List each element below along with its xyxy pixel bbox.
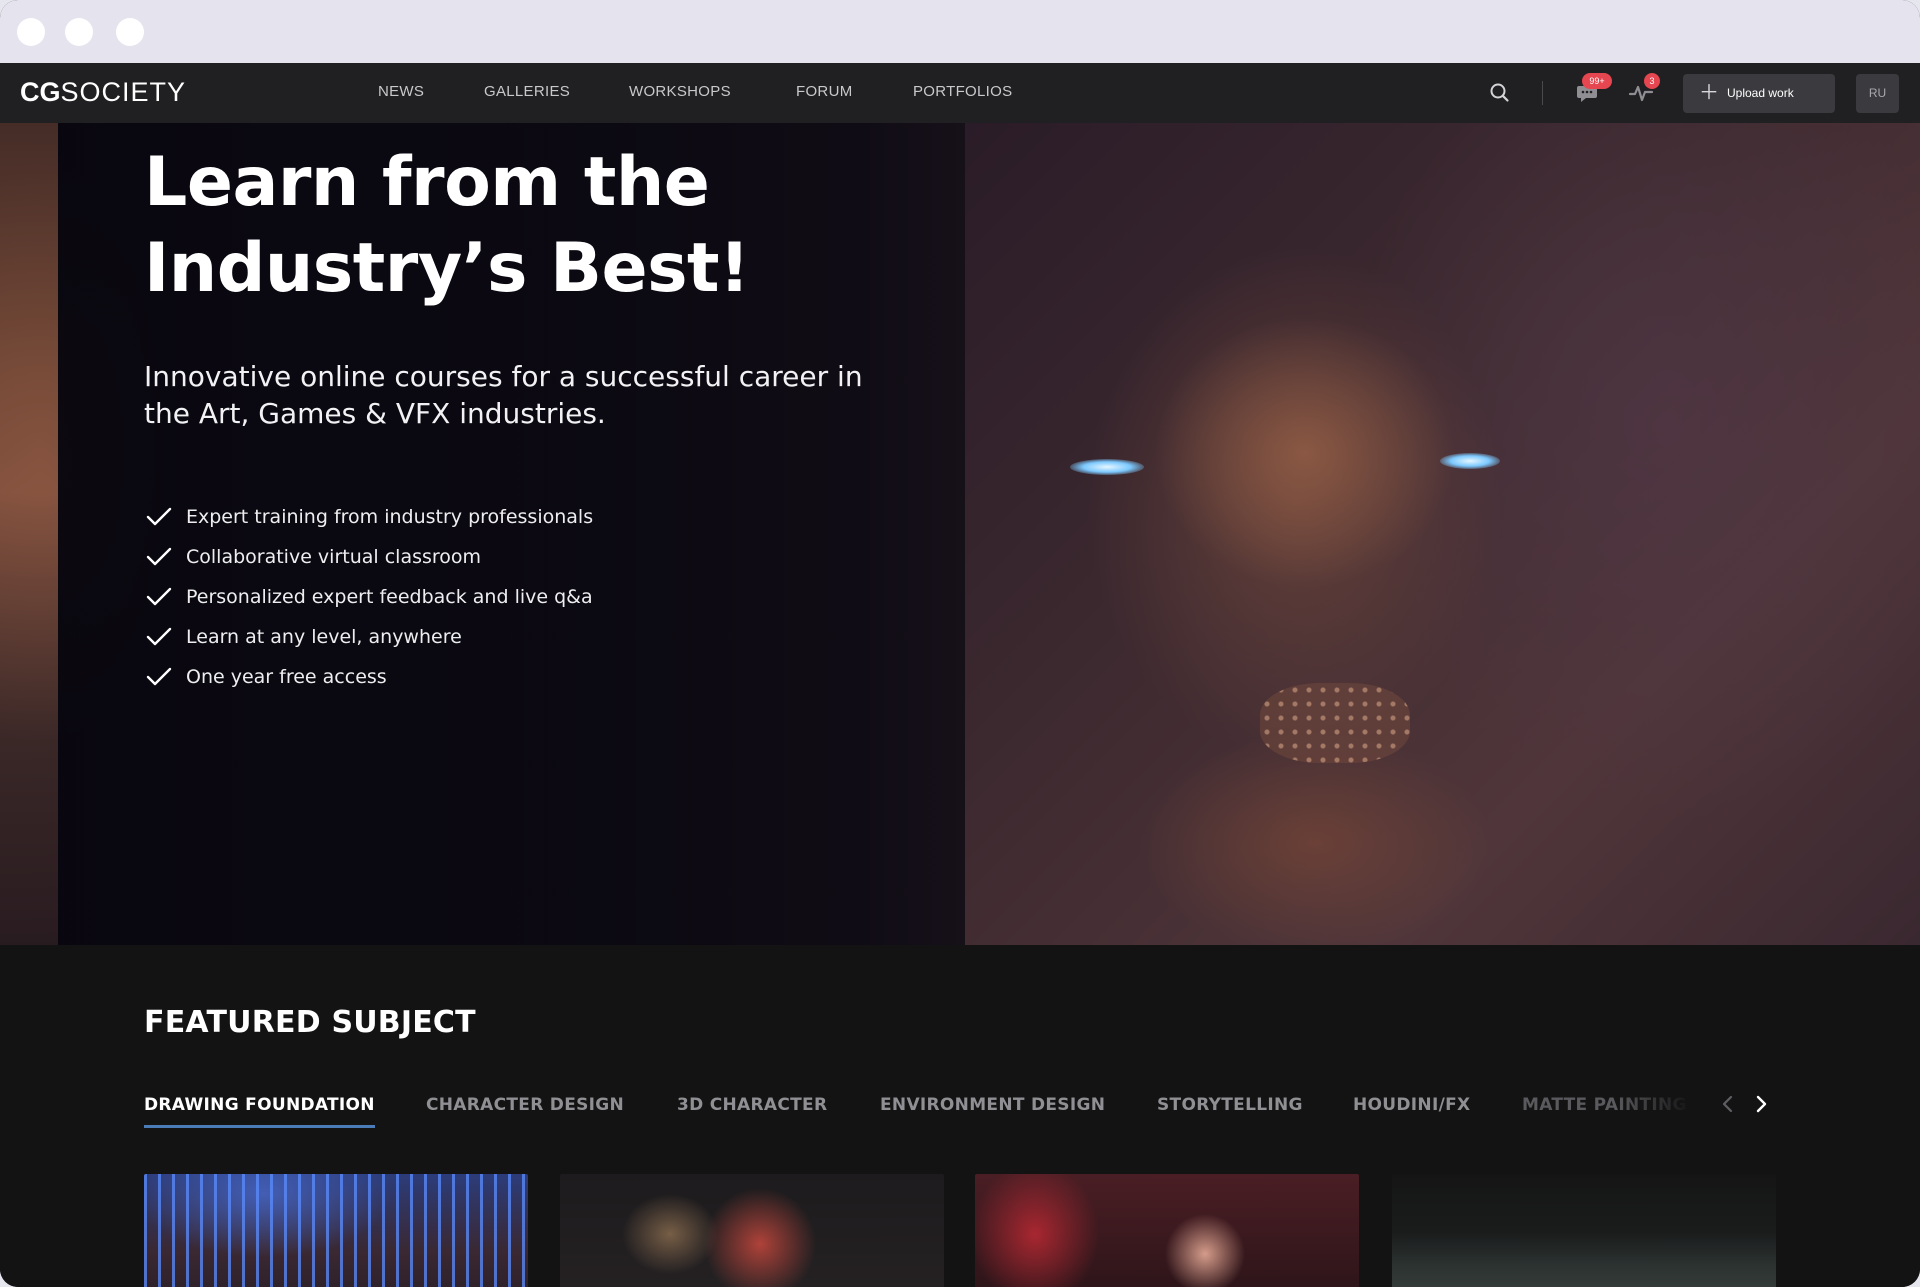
chevron-right-icon[interactable] [1748,1089,1774,1119]
cgsociety-logo[interactable]: CGSOCIETY [20,77,186,108]
check-icon [146,627,172,646]
glowing-eye-left [1070,459,1144,475]
check-icon [146,507,172,526]
chevron-left-icon[interactable] [1715,1089,1741,1119]
upload-work-button[interactable]: ＋ Upload work [1683,74,1835,113]
tab-drawing-foundation[interactable]: DRAWING FOUNDATION [144,1095,375,1128]
hero-art-left-edge [0,123,58,945]
check-icon [146,667,172,686]
hero-subtitle: Innovative online courses for a successf… [144,360,863,430]
top-nav-bar: CGSOCIETY NEWS GALLERIES WORKSHOPS FORUM… [0,63,1920,123]
featured-subject-section: FEATURED SUBJECT DRAWING FOUNDATION CHAR… [0,945,1920,1287]
window-close-button[interactable] [17,18,45,46]
feature-text: Personalized expert feedback and live q&… [186,586,593,608]
nav-workshops[interactable]: WORKSHOPS [629,83,731,100]
mask-grill-detail [1260,683,1410,763]
feature-list: Expert training from industry profession… [146,497,593,697]
featured-subject-heading: FEATURED SUBJECT [144,1005,476,1040]
course-card-thumbnail[interactable] [975,1174,1359,1287]
course-card-thumbnail[interactable] [144,1174,528,1287]
feature-text: One year free access [186,666,387,688]
feature-item: Expert training from industry profession… [146,497,593,537]
feature-item: One year free access [146,657,593,697]
search-icon[interactable] [1486,79,1514,107]
tab-environment-design[interactable]: ENVIRONMENT DESIGN [880,1095,1105,1115]
tab-storytelling[interactable]: STORYTELLING [1157,1095,1303,1115]
browser-window: CGSOCIETY NEWS GALLERIES WORKSHOPS FORUM… [0,0,1920,1287]
messages-badge: 99+ [1582,73,1612,89]
nav-forum[interactable]: FORUM [796,83,853,100]
feature-text: Expert training from industry profession… [186,506,594,528]
window-minimize-button[interactable] [65,18,93,46]
check-icon [146,547,172,566]
nav-portfolios[interactable]: PORTFOLIOS [913,83,1012,100]
nav-news[interactable]: NEWS [378,83,424,100]
feature-item: Personalized expert feedback and live q&… [146,577,593,617]
tab-3d-character[interactable]: 3D CHARACTER [677,1095,827,1115]
user-avatar[interactable]: RU [1856,74,1899,113]
feature-item: Learn at any level, anywhere [146,617,593,657]
title-bar [0,0,1920,63]
feature-text: Collaborative virtual classroom [186,546,482,568]
feature-item: Collaborative virtual classroom [146,537,593,577]
window-zoom-button[interactable] [116,18,144,46]
nav-separator [1542,81,1543,105]
check-icon [146,587,172,606]
nav-galleries[interactable]: GALLERIES [484,83,570,100]
hero-character-art [965,123,1920,945]
tab-character-design[interactable]: CHARACTER DESIGN [426,1095,624,1115]
logo-society: SOCIETY [60,77,187,107]
glowing-eye-right [1440,453,1500,469]
tab-houdini-fx[interactable]: HOUDINI/FX [1353,1095,1470,1115]
upload-work-label: Upload work [1727,86,1794,100]
course-card-thumbnail[interactable] [1392,1174,1776,1287]
tab-matte-painting[interactable]: MATTE PAINTING [1522,1095,1692,1115]
hero-title: Learn from the Industry’s Best! [144,143,750,308]
course-card-thumbnail[interactable] [560,1174,944,1287]
logo-cg: CG [20,77,61,107]
plus-icon: ＋ [1699,82,1719,104]
feature-text: Learn at any level, anywhere [186,626,462,648]
activity-badge: 3 [1644,73,1660,89]
